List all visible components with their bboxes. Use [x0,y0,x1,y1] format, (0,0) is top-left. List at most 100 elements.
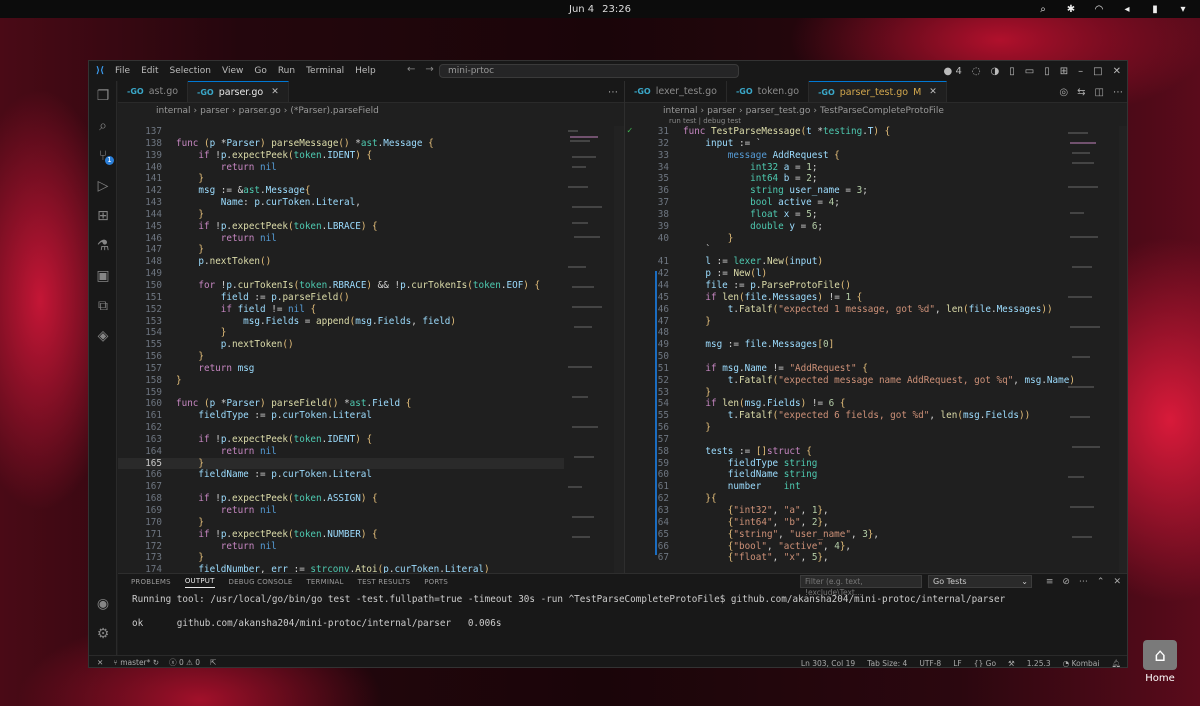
code-editor-left[interactable]: 137 138 func (p *Parser) parseMessage() *a… [118,126,564,573]
code-editor-right[interactable]: run test | debug test 31 func TestParseMes… [625,117,1075,564]
problems-indicator[interactable]: ⓧ 0 ⚠ 0 [169,657,200,667]
breadcrumb-item[interactable]: (*Parser).parseField [290,106,378,116]
close-panel-icon[interactable]: ✕ [1113,577,1121,587]
cursor-position[interactable]: Ln 303, Col 19 [801,659,855,668]
breadcrumb-item[interactable]: internal [156,106,191,116]
search-view-icon[interactable]: ⌕ [89,111,117,141]
testing-icon[interactable]: ⚗ [89,231,117,261]
menu-item-run[interactable]: Run [278,66,295,76]
panel-tab-ports[interactable]: PORTS [424,578,448,586]
copilot-chat-icon[interactable]: ◎ [1059,87,1068,98]
more-actions-icon[interactable]: ⋯ [1113,87,1123,98]
panel-tab-output[interactable]: OUTPUT [184,577,215,588]
output-channel-select[interactable]: Go Tests ⌄ [928,575,1032,588]
extensions-icon[interactable]: ⊞ [89,201,117,231]
line-text: } [198,516,204,528]
breadcrumb-item[interactable]: parser [707,106,736,116]
menu-item-edit[interactable]: Edit [141,66,158,76]
tab-lexer-test-go[interactable]: -GO lexer_test.go [625,81,727,102]
containers-icon[interactable]: ▣ [89,261,117,291]
layout-icon[interactable]: ⊞ [1060,66,1068,77]
code-line: 170 } [118,517,564,529]
breadcrumb-item[interactable]: parser [200,106,229,116]
scrollbar-left[interactable] [614,126,624,573]
output-content[interactable]: Running tool: /usr/local/go/bin/go test … [118,594,1127,630]
notifications-bell-icon[interactable]: 🔔︎ [1111,659,1121,668]
go-status-icon[interactable]: ⚒ [1008,659,1015,668]
remote-explorer-icon[interactable]: ⧉ [89,291,117,321]
branch-indicator[interactable]: ⑂ master* ↻ [113,658,159,667]
menu-item-selection[interactable]: Selection [170,66,211,76]
volume-icon[interactable]: ◂ [1120,4,1134,15]
panel-tab-problems[interactable]: PROBLEMS [131,578,171,586]
menu-item-file[interactable]: File [115,66,130,76]
breadcrumb-item[interactable]: TestParseCompleteProtoFile [820,106,944,116]
copilot-icon[interactable]: ◑ [991,66,1000,77]
menu-item-help[interactable]: Help [355,66,376,76]
line-text: return nil [220,161,277,173]
language-mode[interactable]: {} Go [974,659,996,668]
line-ending[interactable]: LF [953,659,962,668]
code-line: 166 fieldName := p.curToken.Literal [118,469,564,481]
lock-scroll-icon[interactable]: ≡ [1046,577,1054,587]
test-passed-icon[interactable]: ✓ [627,126,632,138]
menu-item-view[interactable]: View [222,66,243,76]
clock[interactable]: Jun 4 23:26 [569,4,631,15]
menu-item-terminal[interactable]: Terminal [306,66,344,76]
back-arrow-icon[interactable]: ← [407,64,415,75]
source-control-icon[interactable]: ⑂ 1 [89,141,117,171]
settings-gear-icon[interactable]: ⚙ [89,619,117,649]
maximize-panel-icon[interactable]: ⌃ [1097,577,1105,587]
panel-tab-debug-console[interactable]: DEBUG CONSOLE [229,578,293,586]
scrollbar-right[interactable] [1119,126,1127,573]
run-debug-icon[interactable]: ▷ [89,171,117,201]
more-actions-icon[interactable]: ⋯ [608,87,618,98]
clear-output-icon[interactable]: ⊘ [1062,577,1070,587]
tab-token-go[interactable]: -GO token.go [727,81,810,102]
split-editor-icon[interactable]: ◫ [1095,87,1104,98]
codelens[interactable]: run test | debug test [625,117,1055,126]
account-icon[interactable]: ◉ [89,589,117,619]
toggle-sidebar-icon[interactable]: ▯ [1009,66,1015,77]
minimap-right[interactable] [1060,126,1120,573]
tab-parser-test-go[interactable]: -GO parser_test.go M ✕ [809,81,947,102]
command-center-search[interactable]: mini-prtoc [439,64,739,78]
breadcrumb-item[interactable]: internal [663,106,698,116]
chat-icon[interactable]: ◌ [972,66,981,77]
panel-tab-test-results[interactable]: TEST RESULTS [358,578,411,586]
line-text: } [705,386,711,398]
forward-arrow-icon[interactable]: → [425,64,433,75]
theme-indicator[interactable]: ◔ Kombai [1063,659,1100,668]
bluetooth-icon[interactable]: ✱ [1064,4,1078,15]
explorer-icon[interactable]: ❐ [89,81,117,111]
tab-close-icon[interactable]: ✕ [271,87,279,97]
open-changes-icon[interactable]: ⇆ [1077,87,1085,98]
breadcrumb-item[interactable]: parser_test.go [746,106,811,116]
encoding[interactable]: UTF-8 [919,659,941,668]
minimize-icon[interactable]: – [1078,66,1083,77]
panel-tab-terminal[interactable]: TERMINAL [306,578,343,586]
tab-close-icon[interactable]: ✕ [929,87,937,97]
toggle-secondary-sidebar-icon[interactable]: ▯ [1044,66,1050,77]
home-folder-launcher[interactable]: ⌂ Home [1142,640,1178,686]
go-version[interactable]: 1.25.3 [1027,659,1051,668]
menu-item-go[interactable]: Go [254,66,266,76]
python-icon[interactable]: ◈ [89,321,117,351]
ports-indicator[interactable]: ● 4 [944,66,962,77]
search-icon[interactable]: ⌕ [1036,4,1050,15]
line-text: } [198,552,204,564]
tab-size[interactable]: Tab Size: 4 [867,659,907,668]
toggle-panel-icon[interactable]: ▭ [1025,66,1034,77]
ports-forward-icon[interactable]: ⇱ [210,658,216,667]
more-actions-icon[interactable]: ⋯ [1079,577,1088,587]
maximize-icon[interactable]: □ [1093,66,1102,77]
battery-icon[interactable]: ▮ [1148,4,1162,15]
tab-ast-go[interactable]: -GO ast.go [118,81,189,102]
close-icon[interactable]: ✕ [1113,66,1121,77]
remote-indicator-icon[interactable]: ✕ [97,658,103,667]
tab-parser-go[interactable]: -GO parser.go ✕ [188,81,289,102]
power-menu-icon[interactable]: ▾ [1176,4,1190,15]
breadcrumb-item[interactable]: parser.go [239,106,281,116]
output-filter-input[interactable]: Filter (e.g. text, !exclude\Text... [800,575,922,597]
wifi-icon[interactable]: ◠ [1092,4,1106,15]
